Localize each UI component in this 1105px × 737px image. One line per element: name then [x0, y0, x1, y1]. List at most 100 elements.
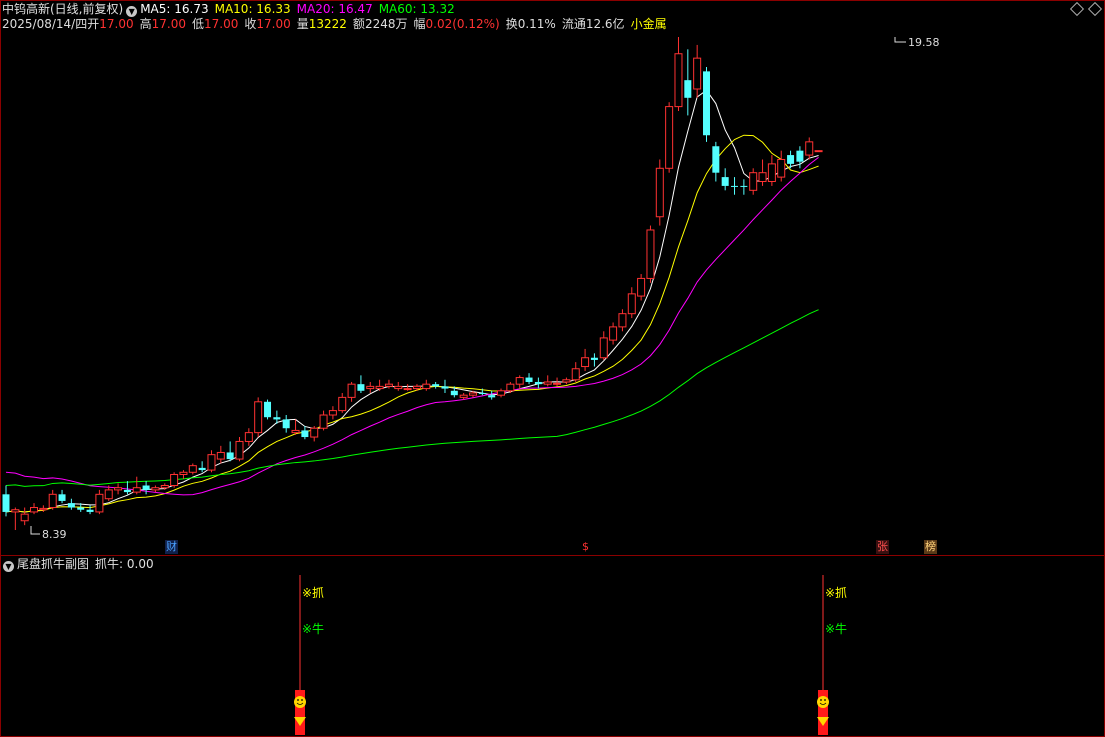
candle-body[interactable]	[403, 388, 412, 391]
candle-body[interactable]	[543, 381, 552, 385]
candle-body[interactable]	[412, 385, 421, 390]
sub-panel-value: 抓牛: 0.00	[95, 557, 154, 571]
candle-body[interactable]	[254, 401, 263, 434]
candle-body[interactable]	[39, 507, 48, 511]
candle-body[interactable]	[450, 390, 458, 396]
rank-marker[interactable]: 榜	[924, 540, 937, 554]
candle-body[interactable]	[553, 382, 562, 385]
candle-body[interactable]	[787, 155, 795, 164]
candle-body[interactable]	[731, 185, 739, 187]
candle-body[interactable]	[310, 427, 319, 438]
candle-body[interactable]	[338, 396, 347, 412]
candlestick-chart[interactable]: 19.58 8.39	[0, 0, 1105, 555]
candle-body[interactable]	[581, 357, 590, 368]
candle-body[interactable]	[721, 177, 729, 186]
candle-body[interactable]	[422, 383, 431, 390]
candle-body[interactable]	[758, 172, 767, 183]
candle-body[interactable]	[104, 489, 113, 500]
candle-body[interactable]	[179, 471, 188, 475]
candle-body[interactable]	[347, 383, 356, 398]
candle-body[interactable]	[515, 377, 524, 385]
candle-body[interactable]	[674, 53, 683, 108]
candle-body[interactable]	[170, 473, 179, 487]
candle-body[interactable]	[291, 429, 300, 434]
candle-body[interactable]	[599, 337, 608, 359]
candle-body[interactable]	[693, 57, 702, 90]
candle-body[interactable]	[95, 493, 104, 513]
candle-body[interactable]	[357, 384, 365, 391]
candle-body[interactable]	[86, 509, 94, 512]
candle-body[interactable]	[264, 401, 272, 418]
candle-body[interactable]	[328, 410, 337, 416]
chevron-down-icon[interactable]: ▼	[3, 561, 14, 572]
candle-body[interactable]	[160, 485, 169, 489]
candle-body[interactable]	[525, 377, 533, 382]
candle-body[interactable]	[646, 229, 655, 279]
candle-body[interactable]	[488, 395, 496, 398]
candle-body[interactable]	[432, 384, 440, 387]
candle-body[interactable]	[366, 385, 375, 390]
candle-body[interactable]	[11, 509, 20, 513]
candle-body[interactable]	[590, 357, 598, 360]
panel-divider[interactable]	[0, 555, 1105, 556]
candle-body[interactable]	[394, 385, 403, 390]
candle-body[interactable]	[814, 150, 823, 153]
candle-body[interactable]	[618, 313, 627, 328]
candle-body[interactable]	[67, 503, 75, 508]
candle-body[interactable]	[207, 454, 216, 471]
sub-panel-header: ▼ 尾盘抓牛副图 抓牛: 0.00	[2, 556, 154, 572]
candle-body[interactable]	[282, 419, 290, 429]
candle-body[interactable]	[216, 451, 225, 460]
candle-body[interactable]	[655, 167, 664, 218]
candle-body[interactable]	[767, 163, 776, 183]
candle-body[interactable]	[58, 494, 66, 501]
candle-body[interactable]	[469, 392, 477, 396]
candle-body[interactable]	[375, 385, 384, 390]
candle-body[interactable]	[48, 493, 57, 509]
ma5-line	[5, 89, 819, 513]
candle-body[interactable]	[665, 106, 674, 169]
candle-body[interactable]	[506, 383, 515, 392]
dollar-marker[interactable]: $	[581, 540, 590, 554]
candle-body[interactable]	[319, 414, 328, 429]
candle-body[interactable]	[637, 277, 646, 297]
candle-body[interactable]	[114, 487, 123, 491]
candle-body[interactable]	[2, 494, 10, 512]
candle-body[interactable]	[703, 71, 710, 136]
candle-body[interactable]	[534, 381, 542, 385]
finance-marker[interactable]: 财	[165, 540, 178, 554]
candle-body[interactable]	[244, 432, 253, 442]
candle-body[interactable]	[151, 487, 160, 491]
candle-body[interactable]	[712, 146, 720, 173]
candle-body[interactable]	[235, 440, 244, 460]
candle-body[interactable]	[132, 487, 141, 493]
candle-body[interactable]	[796, 150, 804, 162]
candle-body[interactable]	[627, 293, 636, 315]
sub-panel-title[interactable]: 尾盘抓牛副图	[17, 557, 89, 571]
candle-body[interactable]	[123, 489, 131, 493]
candle-body[interactable]	[301, 430, 309, 438]
candle-body[interactable]	[226, 452, 234, 460]
candle-body[interactable]	[684, 80, 692, 98]
candle-body[interactable]	[562, 379, 571, 383]
candle-body[interactable]	[571, 368, 580, 381]
candle-body[interactable]	[459, 394, 468, 398]
candle-body[interactable]	[384, 383, 393, 387]
candle-body[interactable]	[497, 390, 506, 396]
candle-body[interactable]	[30, 507, 39, 513]
candle-body[interactable]	[609, 326, 618, 341]
candle-body[interactable]	[273, 417, 281, 420]
candle-body[interactable]	[142, 485, 150, 490]
candle-body[interactable]	[20, 513, 29, 522]
candle-body[interactable]	[441, 386, 449, 389]
candle-body[interactable]	[77, 507, 85, 510]
candle-body[interactable]	[740, 185, 748, 187]
candle-body[interactable]	[777, 158, 786, 178]
candle-body[interactable]	[478, 392, 486, 394]
candle-body[interactable]	[749, 172, 758, 191]
candle-body[interactable]	[805, 141, 814, 156]
candle-body[interactable]	[188, 465, 197, 473]
low-price-label: 8.39	[42, 528, 67, 541]
candle-body[interactable]	[198, 467, 206, 471]
limit-up-marker[interactable]: 张	[876, 540, 889, 554]
